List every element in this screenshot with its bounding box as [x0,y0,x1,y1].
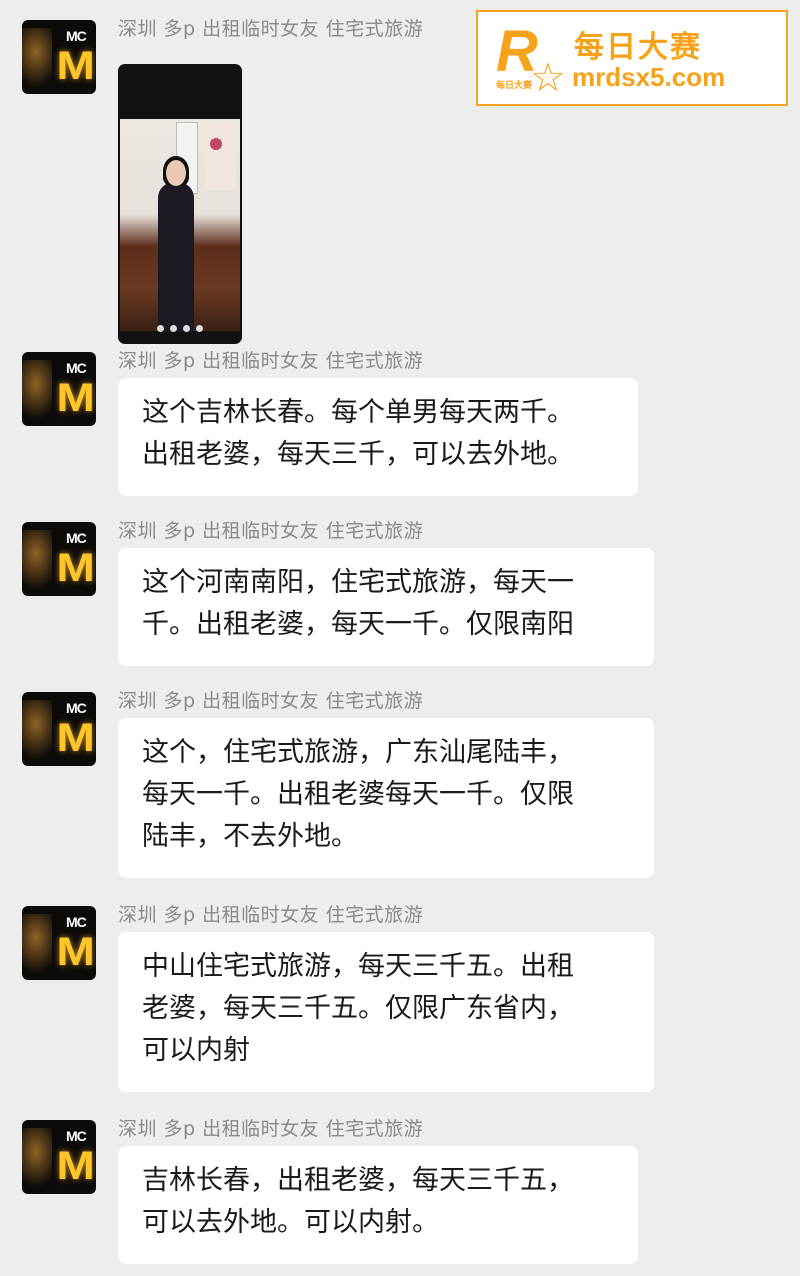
message-line: 中山住宅式旅游，每天三千五。出租 [142,951,574,982]
avatar-glow [22,360,52,420]
message-line: 每天一千。出租老婆每天一千。仅限 [142,779,574,810]
video-controls [118,317,242,336]
avatar-sign-text: MC [66,700,87,716]
message-line: 吉林长春，出租老婆，每天三千五， [142,1165,574,1196]
avatar[interactable]: MC M [22,692,96,766]
control-dot-icon [170,325,177,332]
watermark-brand: 每日大赛 [574,30,702,65]
message-bubble[interactable]: 这个，住宅式旅游，广东汕尾陆丰， 每天一千。出租老婆每天一千。仅限 陆丰，不去外… [118,718,654,878]
message-line: 这个吉林长春。每个单男每天两千。 [142,397,574,428]
avatar-glow [22,700,52,760]
avatar-sign-text: MC [66,28,87,44]
star-icon: ☆ [530,55,566,101]
watermark-logo: R ☆ 每日大赛 [490,19,566,98]
mcdonalds-logo-icon: M [56,376,95,420]
message-bubble[interactable]: 这个河南南阳，住宅式旅游，每天一 千。出租老婆，每天一千。仅限南阳 [118,548,654,666]
message-line: 这个，住宅式旅游，广东汕尾陆丰， [142,737,574,768]
message-line: 出租老婆，每天三千，可以去外地。 [142,439,574,470]
avatar[interactable]: MC M [22,352,96,426]
message-line: 可以去外地。可以内射。 [142,1207,439,1238]
mcdonalds-logo-icon: M [56,930,95,974]
flower-detail [210,138,222,150]
person-figure [158,182,194,332]
avatar-glow [22,914,52,974]
avatar-sign-text: MC [66,530,87,546]
mcdonalds-logo-icon: M [56,716,95,760]
watermark-url: mrdsx5.com [572,62,726,92]
mcdonalds-logo-icon: M [56,44,95,88]
avatar[interactable]: MC M [22,20,96,94]
message-line: 千。出租老婆，每天一千。仅限南阳 [142,609,574,640]
sender-name: 深圳 多p 出租临时女友 住宅式旅游 [118,520,424,542]
avatar[interactable]: MC M [22,906,96,980]
sender-name: 深圳 多p 出租临时女友 住宅式旅游 [118,18,424,40]
logo-small-text: 每日大赛 [496,81,533,91]
control-dot-icon [157,325,164,332]
avatar-sign-text: MC [66,914,87,930]
person-face [166,160,186,186]
avatar-sign-text: MC [66,1128,87,1144]
avatar[interactable]: MC M [22,522,96,596]
message-line: 可以内射 [142,1035,250,1066]
message-line: 老婆，每天三千五。仅限广东省内， [142,993,574,1024]
site-watermark: R ☆ 每日大赛 每日大赛 mrdsx5.com [476,10,788,106]
avatar-sign-text: MC [66,360,87,376]
message-bubble[interactable]: 吉林长春，出租老婆，每天三千五， 可以去外地。可以内射。 [118,1146,638,1264]
avatar-glow [22,530,52,590]
painting-scroll [206,122,236,190]
mcdonalds-logo-icon: M [56,1144,95,1188]
message-bubble[interactable]: 中山住宅式旅游，每天三千五。出租 老婆，每天三千五。仅限广东省内， 可以内射 [118,932,654,1092]
sender-name: 深圳 多p 出租临时女友 住宅式旅游 [118,690,424,712]
message-line: 陆丰，不去外地。 [142,821,358,852]
mcdonalds-logo-icon: M [56,546,95,590]
sender-name: 深圳 多p 出租临时女友 住宅式旅游 [118,904,424,926]
avatar-glow [22,1128,52,1188]
control-dot-icon [183,325,190,332]
control-dot-icon [196,325,203,332]
shared-video-thumbnail[interactable] [118,64,242,344]
message-bubble[interactable]: 这个吉林长春。每个单男每天两千。 出租老婆，每天三千，可以去外地。 [118,378,638,496]
avatar-glow [22,28,52,88]
message-line: 这个河南南阳，住宅式旅游，每天一 [142,567,574,598]
avatar[interactable]: MC M [22,1120,96,1194]
sender-name: 深圳 多p 出租临时女友 住宅式旅游 [118,1118,424,1140]
sender-name: 深圳 多p 出租临时女友 住宅式旅游 [118,350,424,372]
